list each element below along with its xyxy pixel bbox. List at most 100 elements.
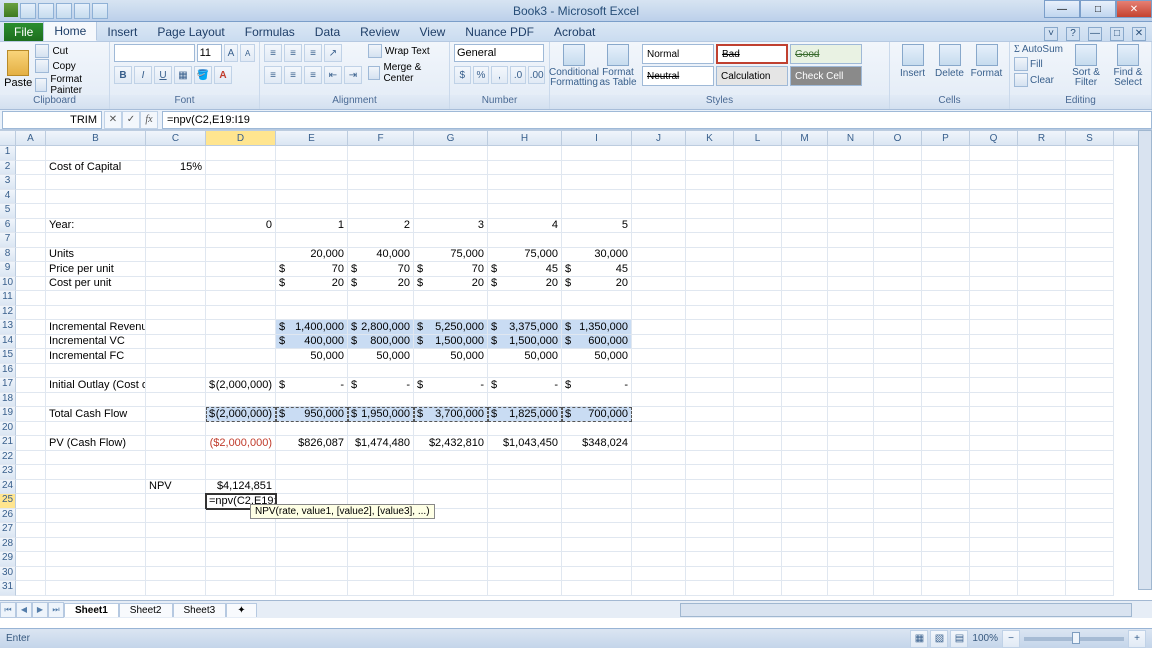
cell-G28[interactable]: [414, 538, 488, 553]
cell-G27[interactable]: [414, 523, 488, 538]
cell-E18[interactable]: [276, 393, 348, 408]
cell-H10[interactable]: $20: [488, 277, 562, 292]
sheet-nav-first[interactable]: ⏮: [0, 602, 16, 618]
cell-N3[interactable]: [828, 175, 874, 190]
cell-B14[interactable]: Incremental VC: [46, 335, 146, 350]
cell-D7[interactable]: [206, 233, 276, 248]
cell-H22[interactable]: [488, 451, 562, 466]
autosum-button[interactable]: ΣAutoSum: [1014, 44, 1063, 55]
font-color-button[interactable]: A: [214, 66, 232, 84]
cell-E17[interactable]: $-: [276, 378, 348, 393]
cell-J12[interactable]: [632, 306, 686, 321]
cell-N19[interactable]: [828, 407, 874, 422]
cell-S11[interactable]: [1066, 291, 1114, 306]
cell-P1[interactable]: [922, 146, 970, 161]
cell-K2[interactable]: [686, 161, 734, 176]
cell-S24[interactable]: [1066, 480, 1114, 495]
cell-M26[interactable]: [782, 509, 828, 524]
cell-O13[interactable]: [874, 320, 922, 335]
cell-I14[interactable]: $600,000: [562, 335, 632, 350]
sheet-tab-1[interactable]: Sheet1: [64, 603, 119, 617]
cell-Q26[interactable]: [970, 509, 1018, 524]
cell-F9[interactable]: $70: [348, 262, 414, 277]
zoom-out-button[interactable]: −: [1002, 630, 1020, 648]
cell-S29[interactable]: [1066, 552, 1114, 567]
cell-S16[interactable]: [1066, 364, 1114, 379]
cell-D12[interactable]: [206, 306, 276, 321]
cell-E12[interactable]: [276, 306, 348, 321]
cell-R9[interactable]: [1018, 262, 1066, 277]
cell-M28[interactable]: [782, 538, 828, 553]
cell-E11[interactable]: [276, 291, 348, 306]
cell-J24[interactable]: [632, 480, 686, 495]
cell-L25[interactable]: [734, 494, 782, 509]
cell-K22[interactable]: [686, 451, 734, 466]
cell-K23[interactable]: [686, 465, 734, 480]
row-header-24[interactable]: 24: [0, 480, 16, 495]
comma-button[interactable]: ,: [491, 66, 508, 84]
col-header-K[interactable]: K: [686, 131, 734, 145]
style-bad[interactable]: Bad: [716, 44, 788, 64]
cell-J30[interactable]: [632, 567, 686, 582]
col-header-O[interactable]: O: [874, 131, 922, 145]
cell-S8[interactable]: [1066, 248, 1114, 263]
cell-P15[interactable]: [922, 349, 970, 364]
cell-B19[interactable]: Total Cash Flow: [46, 407, 146, 422]
cell-Q29[interactable]: [970, 552, 1018, 567]
cell-L22[interactable]: [734, 451, 782, 466]
sheet-nav-last[interactable]: ⏭: [48, 602, 64, 618]
row-header-12[interactable]: 12: [0, 306, 16, 321]
cell-O30[interactable]: [874, 567, 922, 582]
cell-S23[interactable]: [1066, 465, 1114, 480]
cell-K15[interactable]: [686, 349, 734, 364]
col-header-N[interactable]: N: [828, 131, 874, 145]
cell-I30[interactable]: [562, 567, 632, 582]
cell-R27[interactable]: [1018, 523, 1066, 538]
cell-B6[interactable]: Year:: [46, 219, 146, 234]
cell-P30[interactable]: [922, 567, 970, 582]
cell-E19[interactable]: $950,000: [276, 407, 348, 422]
percent-button[interactable]: %: [473, 66, 490, 84]
cell-N2[interactable]: [828, 161, 874, 176]
cell-C19[interactable]: [146, 407, 206, 422]
cell-L12[interactable]: [734, 306, 782, 321]
cell-G15[interactable]: 50,000: [414, 349, 488, 364]
cell-S7[interactable]: [1066, 233, 1114, 248]
cell-I13[interactable]: $1,350,000: [562, 320, 632, 335]
cell-C16[interactable]: [146, 364, 206, 379]
cell-B3[interactable]: [46, 175, 146, 190]
cell-I23[interactable]: [562, 465, 632, 480]
cell-M5[interactable]: [782, 204, 828, 219]
tab-view[interactable]: View: [410, 23, 456, 41]
row-header-27[interactable]: 27: [0, 523, 16, 538]
cell-A29[interactable]: [16, 552, 46, 567]
row-header-31[interactable]: 31: [0, 581, 16, 596]
cell-F21[interactable]: $1,474,480: [348, 436, 414, 451]
row-header-17[interactable]: 17: [0, 378, 16, 393]
cell-E1[interactable]: [276, 146, 348, 161]
cell-F2[interactable]: [348, 161, 414, 176]
cell-G13[interactable]: $5,250,000: [414, 320, 488, 335]
cell-R23[interactable]: [1018, 465, 1066, 480]
cell-R24[interactable]: [1018, 480, 1066, 495]
cell-J15[interactable]: [632, 349, 686, 364]
cell-P26[interactable]: [922, 509, 970, 524]
align-center-button[interactable]: ≡: [284, 66, 302, 84]
row-header-18[interactable]: 18: [0, 393, 16, 408]
cell-M18[interactable]: [782, 393, 828, 408]
cell-R31[interactable]: [1018, 581, 1066, 596]
cell-S4[interactable]: [1066, 190, 1114, 205]
cell-N17[interactable]: [828, 378, 874, 393]
cell-E24[interactable]: [276, 480, 348, 495]
cell-P24[interactable]: [922, 480, 970, 495]
cell-H11[interactable]: [488, 291, 562, 306]
cell-A10[interactable]: [16, 277, 46, 292]
minimize-button[interactable]: —: [1044, 0, 1080, 18]
cell-P17[interactable]: [922, 378, 970, 393]
cell-R20[interactable]: [1018, 422, 1066, 437]
cell-I15[interactable]: 50,000: [562, 349, 632, 364]
cell-R18[interactable]: [1018, 393, 1066, 408]
cell-H24[interactable]: [488, 480, 562, 495]
doc-restore-icon[interactable]: □: [1110, 27, 1124, 41]
cell-G16[interactable]: [414, 364, 488, 379]
